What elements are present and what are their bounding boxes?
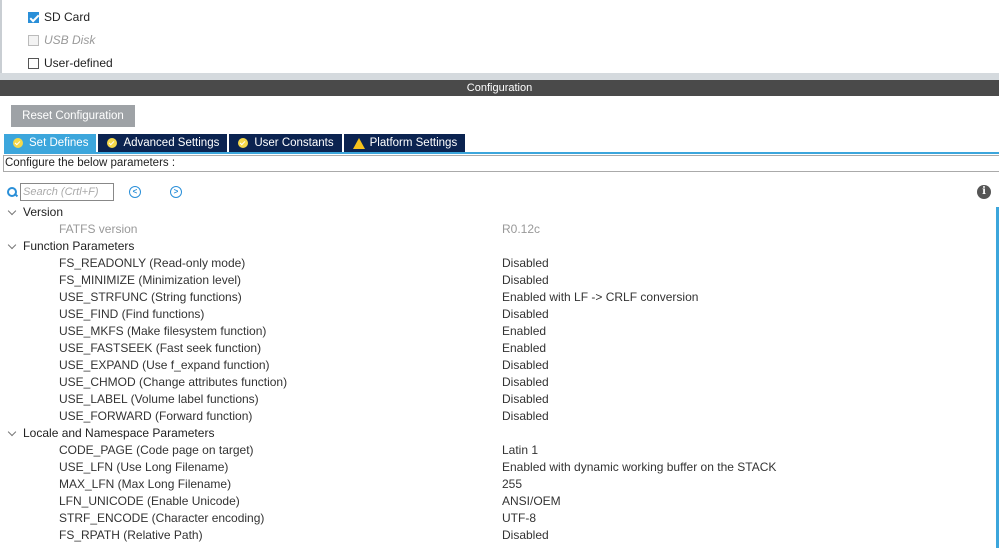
parameter-value[interactable]: Disabled bbox=[502, 391, 549, 408]
tab-set-defines[interactable]: Set Defines bbox=[4, 134, 97, 152]
info-icon[interactable]: i bbox=[977, 185, 991, 199]
check-circle-icon bbox=[107, 138, 118, 148]
parameter-name: USE_FIND (Find functions) bbox=[59, 307, 205, 321]
tree-group[interactable]: Function Parameters bbox=[0, 238, 995, 255]
checkbox-sd-card[interactable] bbox=[28, 11, 39, 23]
parameter-row[interactable]: CODE_PAGE (Code page on target) Latin 1 bbox=[0, 442, 995, 459]
parameter-row[interactable]: MAX_LFN (Max Long Filename) 255 bbox=[0, 476, 995, 493]
parameter-name: MAX_LFN (Max Long Filename) bbox=[59, 477, 232, 491]
parameter-value[interactable]: Enabled with dynamic working buffer on t… bbox=[502, 459, 776, 476]
tab-user-constants[interactable]: User Constants bbox=[229, 134, 342, 152]
parameter-row[interactable]: USE_FASTSEEK (Fast seek function) Enabled bbox=[0, 340, 995, 357]
parameter-row[interactable]: USE_LFN (Use Long Filename) Enabled with … bbox=[0, 459, 995, 476]
parameter-row[interactable]: USE_LABEL (Volume label functions) Disabl… bbox=[0, 391, 995, 408]
parameter-value[interactable]: Disabled bbox=[502, 374, 549, 391]
tab-label: Advanced Settings bbox=[123, 137, 220, 149]
mode-user-defined[interactable]: User-defined bbox=[28, 55, 113, 71]
parameter-value[interactable]: Disabled bbox=[502, 272, 549, 289]
check-circle-icon bbox=[13, 138, 23, 148]
search-input[interactable] bbox=[20, 183, 114, 201]
parameter-name: STRF_ENCODE (Character encoding) bbox=[59, 511, 265, 525]
chevron-down-icon[interactable] bbox=[7, 206, 17, 216]
mode-label: User-defined bbox=[44, 56, 113, 70]
group-label: Function Parameters bbox=[23, 239, 135, 253]
mode-usb-disk: USB Disk bbox=[28, 32, 95, 48]
tab-label: Platform Settings bbox=[369, 137, 458, 149]
parameter-row[interactable]: USE_MKFS (Make filesystem function) Enabl… bbox=[0, 323, 995, 340]
tree-group[interactable]: Version bbox=[0, 204, 995, 221]
parameter-row[interactable]: USE_FORWARD (Forward function) Disabled bbox=[0, 408, 995, 425]
mode-label: USB Disk bbox=[44, 33, 96, 47]
chevron-down-icon[interactable] bbox=[7, 427, 17, 437]
parameter-name: FS_READONLY (Read-only mode) bbox=[59, 256, 246, 270]
search-bar: < > bbox=[7, 182, 182, 202]
parameter-name: FATFS version bbox=[59, 222, 138, 236]
parameter-row[interactable]: FS_MINIMIZE (Minimization level) Disabled bbox=[0, 272, 995, 289]
parameter-value: R0.12c bbox=[502, 222, 541, 236]
parameter-name: USE_FASTSEEK (Fast seek function) bbox=[59, 341, 262, 355]
group-label: Locale and Namespace Parameters bbox=[23, 426, 215, 440]
next-match-icon[interactable]: > bbox=[170, 186, 182, 198]
tab-advanced-settings[interactable]: Advanced Settings bbox=[98, 134, 228, 152]
parameter-name: USE_EXPAND (Use f_expand function) bbox=[59, 358, 270, 372]
parameter-value[interactable]: Disabled bbox=[502, 527, 549, 544]
parameter-name: LFN_UNICODE (Enable Unicode) bbox=[59, 494, 240, 508]
parameter-row[interactable]: USE_STRFUNC (String functions) Enabled wi… bbox=[0, 289, 995, 306]
parameter-row[interactable]: USE_FIND (Find functions) Disabled bbox=[0, 306, 995, 323]
parameter-name: USE_MKFS (Make filesystem function) bbox=[59, 324, 267, 338]
tabs-underline bbox=[4, 152, 999, 154]
previous-match-icon[interactable]: < bbox=[129, 186, 141, 198]
tab-label: Set Defines bbox=[29, 137, 89, 149]
tab-platform-settings[interactable]: Platform Settings bbox=[343, 134, 466, 152]
check-circle-icon bbox=[238, 138, 249, 148]
mode-sd-card[interactable]: SD Card bbox=[28, 9, 90, 25]
tree-group[interactable]: Locale and Namespace Parameters bbox=[0, 425, 995, 442]
parameter-name: FS_RPATH (Relative Path) bbox=[59, 528, 203, 542]
parameter-row[interactable]: FS_RPATH (Relative Path) Disabled bbox=[0, 527, 995, 544]
panel-splitter[interactable] bbox=[0, 73, 999, 80]
parameter-value[interactable]: ANSI/OEM bbox=[502, 493, 561, 510]
parameter-row[interactable]: USE_CHMOD (Change attributes function) Di… bbox=[0, 374, 995, 391]
description-text: Configure the below parameters : bbox=[3, 155, 999, 172]
config-tabs: Set Defines Advanced Settings User Const… bbox=[4, 134, 467, 152]
parameter-name: USE_FORWARD (Forward function) bbox=[59, 409, 253, 423]
parameter-value[interactable]: UTF-8 bbox=[502, 510, 536, 527]
chevron-down-icon[interactable] bbox=[7, 240, 17, 250]
parameter-value[interactable]: Latin 1 bbox=[502, 442, 538, 459]
configuration-header: Configuration bbox=[0, 80, 999, 96]
parameter-value[interactable]: Disabled bbox=[502, 306, 549, 323]
parameter-name: CODE_PAGE (Code page on target) bbox=[59, 443, 254, 457]
parameter-row[interactable]: LFN_UNICODE (Enable Unicode) ANSI/OEM bbox=[0, 493, 995, 510]
parameter-value[interactable]: Enabled bbox=[502, 340, 546, 357]
parameter-value[interactable]: Disabled bbox=[502, 255, 549, 272]
parameter-tree: Version FATFS version R0.12c Function Param… bbox=[0, 204, 995, 544]
parameter-value[interactable]: Enabled with LF -> CRLF conversion bbox=[502, 289, 698, 306]
checkbox-usb-disk bbox=[28, 34, 39, 46]
parameter-name: USE_CHMOD (Change attributes function) bbox=[59, 375, 288, 389]
parameter-row[interactable]: USE_EXPAND (Use f_expand function) Disabl… bbox=[0, 357, 995, 374]
tab-label: User Constants bbox=[254, 137, 334, 149]
parameter-row[interactable]: STRF_ENCODE (Character encoding) UTF-8 bbox=[0, 510, 995, 527]
parameter-row[interactable]: FS_READONLY (Read-only mode) Disabled bbox=[0, 255, 995, 272]
parameter-name: FS_MINIMIZE (Minimization level) bbox=[59, 273, 242, 287]
reset-configuration-button[interactable]: Reset Configuration bbox=[11, 105, 135, 127]
parameter-row[interactable]: FATFS version R0.12c bbox=[0, 221, 995, 238]
parameter-value[interactable]: Enabled bbox=[502, 323, 546, 340]
parameter-value[interactable]: 255 bbox=[502, 476, 522, 493]
parameter-name: USE_STRFUNC (String functions) bbox=[59, 290, 242, 304]
warning-icon bbox=[352, 137, 365, 149]
parameter-name: USE_LFN (Use Long Filename) bbox=[59, 460, 229, 474]
parameter-name: USE_LABEL (Volume label functions) bbox=[59, 392, 259, 406]
group-label: Version bbox=[23, 205, 64, 219]
mode-label: SD Card bbox=[44, 10, 91, 24]
parameter-value[interactable]: Disabled bbox=[502, 408, 549, 425]
checkbox-user-defined[interactable] bbox=[28, 57, 39, 69]
mode-panel: SD Card USB Disk User-defined bbox=[0, 0, 999, 73]
parameter-value[interactable]: Disabled bbox=[502, 357, 549, 374]
search-icon bbox=[7, 186, 18, 198]
